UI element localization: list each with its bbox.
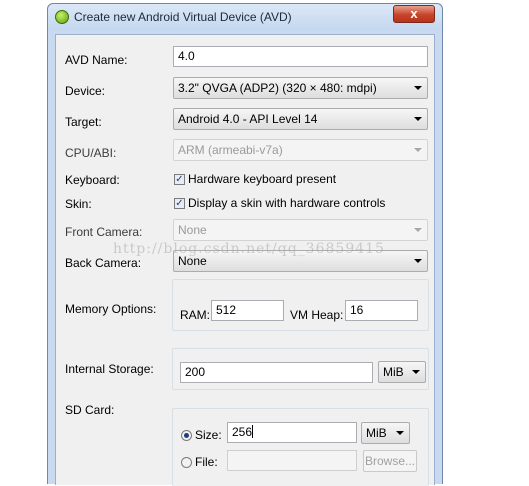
chevron-down-icon bbox=[412, 370, 420, 374]
sd-card-group: Size: 256 MiB File: Browse... bbox=[172, 408, 429, 486]
front-camera-value: None bbox=[178, 223, 207, 237]
sd-size-unit: MiB bbox=[366, 426, 387, 440]
avd-dialog-window: Create new Android Virtual Device (AVD) … bbox=[47, 3, 443, 486]
chevron-down-icon bbox=[414, 148, 422, 152]
avd-name-label: AVD Name: bbox=[65, 53, 128, 67]
sd-file-radio[interactable] bbox=[181, 457, 192, 468]
memory-options-label: Memory Options: bbox=[65, 302, 157, 316]
memory-options-group: RAM: 512 VM Heap: 16 bbox=[172, 279, 429, 331]
close-button[interactable]: x bbox=[393, 5, 435, 23]
window-title: Create new Android Virtual Device (AVD) bbox=[74, 10, 292, 24]
sd-file-label[interactable]: File: bbox=[195, 455, 218, 469]
avd-name-input[interactable]: 4.0 bbox=[173, 46, 428, 67]
internal-storage-group: 200 MiB bbox=[172, 348, 429, 390]
cpu-abi-label: CPU/ABI: bbox=[65, 146, 117, 160]
target-select[interactable]: Android 4.0 - API Level 14 bbox=[173, 108, 428, 130]
android-avd-icon bbox=[55, 10, 69, 24]
sd-size-label[interactable]: Size: bbox=[195, 428, 222, 442]
ram-label: RAM: bbox=[180, 308, 210, 322]
hardware-keyboard-label[interactable]: Hardware keyboard present bbox=[188, 172, 336, 186]
vm-heap-input[interactable]: 16 bbox=[345, 300, 418, 321]
internal-storage-input[interactable]: 200 bbox=[180, 362, 373, 383]
front-camera-select[interactable]: None bbox=[173, 219, 428, 241]
checkmark-icon: ✓ bbox=[175, 198, 184, 209]
device-value: 3.2" QVGA (ADP2) (320 × 480: mdpi) bbox=[178, 81, 377, 95]
target-value: Android 4.0 - API Level 14 bbox=[178, 112, 318, 126]
sd-size-value: 256 bbox=[232, 425, 253, 439]
browse-button[interactable]: Browse... bbox=[363, 450, 417, 472]
front-camera-label: Front Camera: bbox=[65, 225, 143, 239]
skin-label: Skin: bbox=[65, 197, 92, 211]
chevron-down-icon bbox=[414, 117, 422, 121]
hardware-keyboard-checkbox[interactable]: ✓ bbox=[174, 174, 185, 185]
sd-size-radio[interactable] bbox=[181, 430, 192, 441]
chevron-down-icon bbox=[396, 431, 404, 435]
cpu-abi-select[interactable]: ARM (armeabi-v7a) bbox=[173, 139, 428, 161]
sd-size-input[interactable]: 256 bbox=[227, 422, 357, 443]
keyboard-label: Keyboard: bbox=[65, 173, 120, 187]
target-label: Target: bbox=[65, 115, 102, 129]
ram-input[interactable]: 512 bbox=[211, 300, 284, 321]
back-camera-label: Back Camera: bbox=[65, 256, 142, 270]
vm-heap-label: VM Heap: bbox=[290, 308, 344, 322]
internal-storage-label: Internal Storage: bbox=[65, 362, 154, 376]
display-skin-label[interactable]: Display a skin with hardware controls bbox=[188, 196, 385, 210]
internal-storage-unit-select[interactable]: MiB bbox=[378, 361, 426, 383]
text-cursor bbox=[252, 425, 254, 438]
sd-file-input[interactable] bbox=[227, 450, 357, 471]
chevron-down-icon bbox=[414, 228, 422, 232]
device-label: Device: bbox=[65, 84, 106, 98]
cpu-abi-value: ARM (armeabi-v7a) bbox=[178, 143, 283, 157]
checkmark-icon: ✓ bbox=[175, 174, 184, 185]
sd-size-unit-select[interactable]: MiB bbox=[361, 422, 410, 444]
back-camera-select[interactable]: None bbox=[173, 250, 428, 272]
device-select[interactable]: 3.2" QVGA (ADP2) (320 × 480: mdpi) bbox=[173, 77, 428, 99]
chevron-down-icon bbox=[414, 259, 422, 263]
title-bar: Create new Android Virtual Device (AVD) … bbox=[48, 4, 442, 31]
back-camera-value: None bbox=[178, 254, 207, 268]
sd-card-label: SD Card: bbox=[65, 403, 115, 417]
internal-storage-unit: MiB bbox=[383, 365, 404, 379]
chevron-down-icon bbox=[414, 86, 422, 90]
dialog-client-area: AVD Name: 4.0 Device: 3.2" QVGA (ADP2) (… bbox=[55, 34, 435, 486]
display-skin-checkbox[interactable]: ✓ bbox=[174, 198, 185, 209]
